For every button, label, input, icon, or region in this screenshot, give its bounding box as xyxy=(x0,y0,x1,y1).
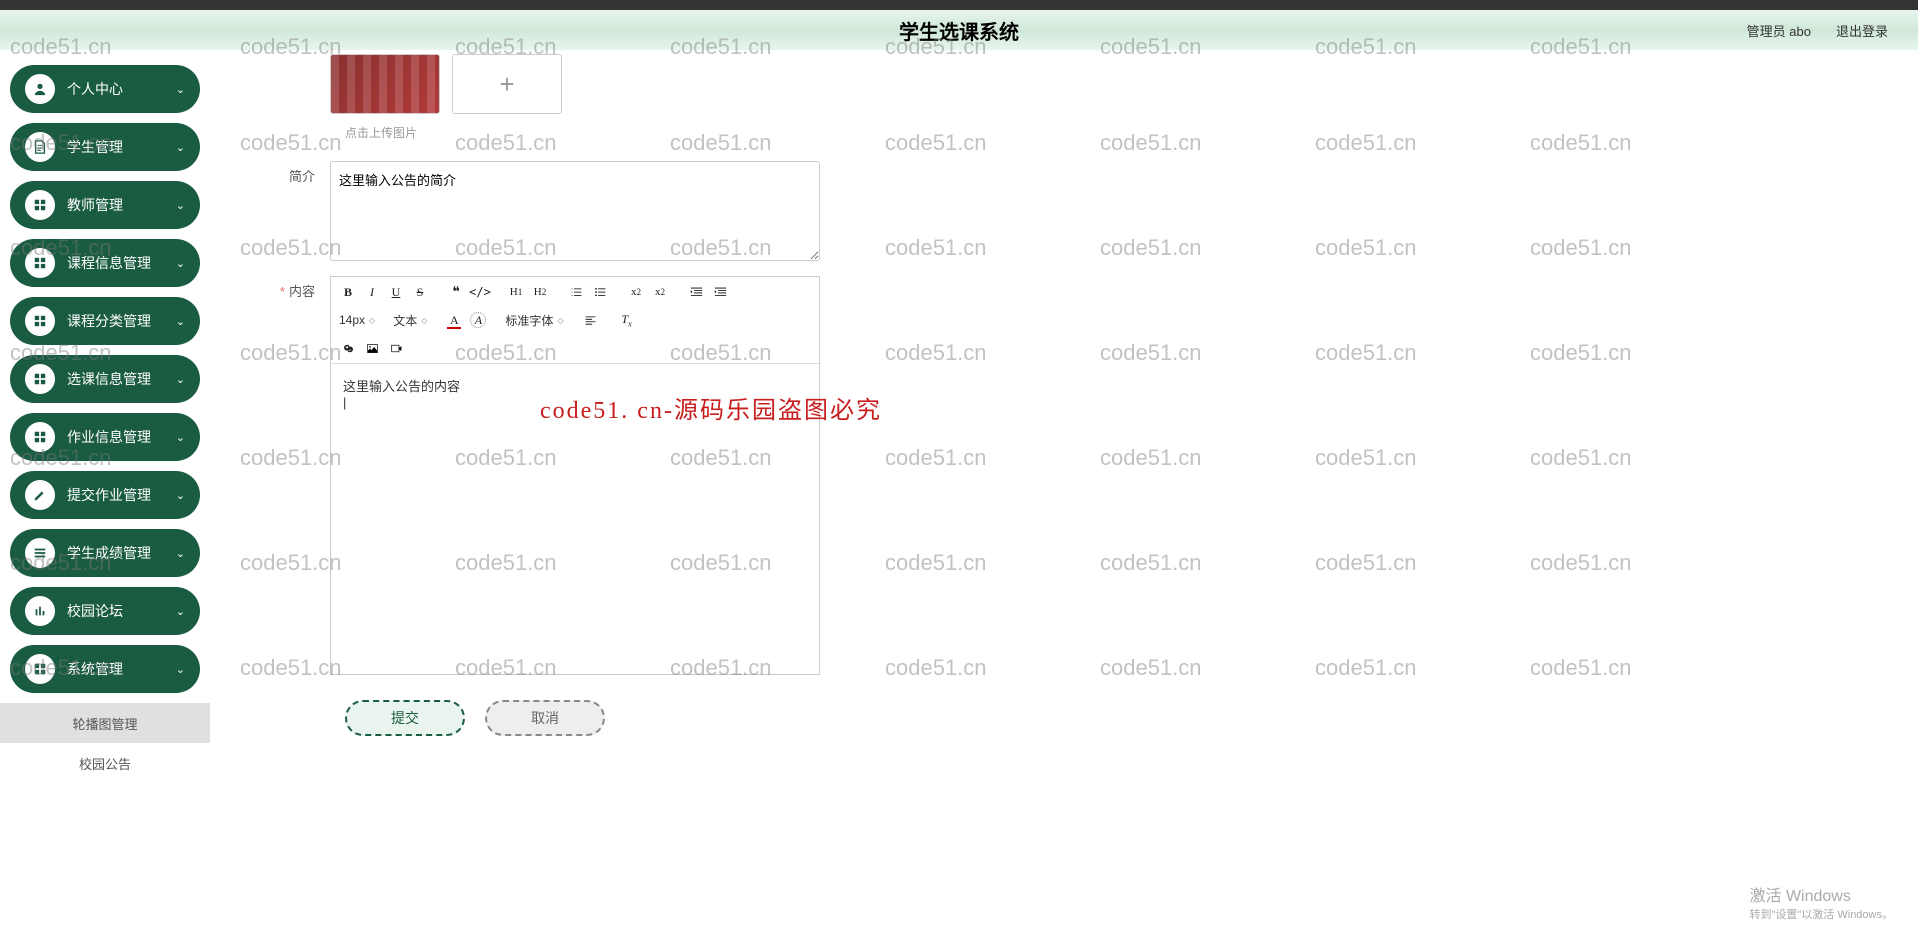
chevron-down-icon: ⌄ xyxy=(176,489,185,502)
indent-button[interactable] xyxy=(709,281,731,303)
subscript-button[interactable]: x2 xyxy=(625,281,647,303)
font-size-select[interactable]: 14px◇ xyxy=(337,309,377,331)
h2-button[interactable]: H2 xyxy=(529,281,551,303)
upload-add-button[interactable]: + xyxy=(452,54,562,114)
pencil-icon xyxy=(25,480,55,510)
sidebar-item[interactable]: 学生管理⌄ xyxy=(10,123,200,171)
sidebar: 个人中心⌄学生管理⌄教师管理⌄课程信息管理⌄课程分类管理⌄选课信息管理⌄作业信息… xyxy=(0,50,210,942)
video-button[interactable] xyxy=(385,337,407,359)
content-label: *内容 xyxy=(250,276,330,300)
grid-icon xyxy=(25,422,55,452)
image-button[interactable] xyxy=(361,337,383,359)
strike-button[interactable]: S xyxy=(409,281,431,303)
cancel-button[interactable]: 取消 xyxy=(485,700,605,736)
editor-caret: | xyxy=(343,395,807,410)
chevron-down-icon: ⌄ xyxy=(176,315,185,328)
sidebar-item[interactable]: 选课信息管理⌄ xyxy=(10,355,200,403)
upload-row: + xyxy=(250,54,1838,114)
font-type-select[interactable]: 文本◇ xyxy=(391,309,429,331)
sidebar-item-label: 课程分类管理 xyxy=(67,311,176,331)
italic-button[interactable]: I xyxy=(361,281,383,303)
code-button[interactable]: </> xyxy=(469,281,491,303)
chevron-down-icon: ⌄ xyxy=(176,257,185,270)
sidebar-item-label: 教师管理 xyxy=(67,195,176,215)
chevron-down-icon: ⌄ xyxy=(176,373,185,386)
chevron-down-icon: ⌄ xyxy=(176,605,185,618)
superscript-button[interactable]: x2 xyxy=(649,281,671,303)
sidebar-sub-item[interactable]: 轮播图管理 xyxy=(0,703,210,743)
font-family-select[interactable]: 标准字体◇ xyxy=(503,309,565,331)
sidebar-item-label: 作业信息管理 xyxy=(67,427,176,447)
chevron-down-icon: ⌄ xyxy=(176,663,185,676)
form-buttons: 提交 取消 xyxy=(345,700,1838,736)
sidebar-item-label: 提交作业管理 xyxy=(67,485,176,505)
plus-icon: + xyxy=(499,69,514,100)
header-right: 管理员 abo 退出登录 xyxy=(1747,21,1888,40)
sidebar-item[interactable]: 个人中心⌄ xyxy=(10,65,200,113)
sidebar-item-label: 系统管理 xyxy=(67,659,176,679)
align-button[interactable] xyxy=(580,309,602,331)
grid-icon xyxy=(25,364,55,394)
sidebar-item[interactable]: 课程分类管理⌄ xyxy=(10,297,200,345)
layout: 个人中心⌄学生管理⌄教师管理⌄课程信息管理⌄课程分类管理⌄选课信息管理⌄作业信息… xyxy=(0,50,1918,942)
sidebar-item[interactable]: 校园论坛⌄ xyxy=(10,587,200,635)
grid-icon xyxy=(25,248,55,278)
clear-format-button[interactable]: Tx xyxy=(616,309,638,331)
doc-icon xyxy=(25,132,55,162)
h1-button[interactable]: H1 xyxy=(505,281,527,303)
sidebar-item[interactable]: 提交作业管理⌄ xyxy=(10,471,200,519)
submit-button[interactable]: 提交 xyxy=(345,700,465,736)
editor-content-text: 这里输入公告的内容 xyxy=(343,376,807,395)
chevron-down-icon: ⌄ xyxy=(176,141,185,154)
sidebar-item[interactable]: 作业信息管理⌄ xyxy=(10,413,200,461)
sidebar-item-label: 课程信息管理 xyxy=(67,253,176,273)
required-mark: * xyxy=(280,284,285,299)
logout-link[interactable]: 退出登录 xyxy=(1836,21,1888,40)
rich-editor: B I U S ❝ </> H1 H2 x2 x2 xyxy=(330,276,820,675)
grid-icon xyxy=(25,190,55,220)
intro-row: 简介 xyxy=(250,161,1838,261)
upload-label xyxy=(250,54,330,59)
sidebar-item-label: 个人中心 xyxy=(67,79,176,99)
unordered-list-button[interactable] xyxy=(589,281,611,303)
sidebar-item[interactable]: 学生成绩管理⌄ xyxy=(10,529,200,577)
sidebar-item[interactable]: 系统管理⌄ xyxy=(10,645,200,693)
text-color-button[interactable]: A xyxy=(443,309,465,331)
chevron-down-icon: ⌄ xyxy=(176,83,185,96)
bars-icon xyxy=(25,596,55,626)
grid-icon xyxy=(25,306,55,336)
main-content: + 点击上传图片 简介 *内容 B I U S ❝ </> H1 xyxy=(210,50,1918,942)
content-row: *内容 B I U S ❝ </> H1 H2 x2 xyxy=(250,276,1838,675)
bg-color-button[interactable]: A xyxy=(467,309,489,331)
sidebar-item-label: 学生管理 xyxy=(67,137,176,157)
chevron-down-icon: ⌄ xyxy=(176,547,185,560)
grid-icon xyxy=(25,654,55,684)
user-icon xyxy=(25,74,55,104)
upload-slots: + xyxy=(330,54,562,114)
sidebar-item-label: 校园论坛 xyxy=(67,601,176,621)
quote-button[interactable]: ❝ xyxy=(445,281,467,303)
upload-hint: 点击上传图片 xyxy=(345,124,1838,141)
app-title: 学生选课系统 xyxy=(899,16,1019,45)
list-icon xyxy=(25,538,55,568)
outdent-button[interactable] xyxy=(685,281,707,303)
sidebar-item[interactable]: 教师管理⌄ xyxy=(10,181,200,229)
underline-button[interactable]: U xyxy=(385,281,407,303)
sidebar-item-label: 学生成绩管理 xyxy=(67,543,176,563)
sidebar-item-label: 选课信息管理 xyxy=(67,369,176,389)
sidebar-sub-item[interactable]: 校园公告 xyxy=(0,743,210,783)
link-button[interactable] xyxy=(337,337,359,359)
upload-preview[interactable] xyxy=(330,54,440,114)
page-header: 学生选课系统 管理员 abo 退出登录 xyxy=(0,0,1918,50)
user-role-label[interactable]: 管理员 abo xyxy=(1747,21,1811,40)
bold-button[interactable]: B xyxy=(337,281,359,303)
intro-label: 简介 xyxy=(250,161,330,185)
editor-body[interactable]: 这里输入公告的内容 | xyxy=(331,364,819,674)
ordered-list-button[interactable] xyxy=(565,281,587,303)
chevron-down-icon: ⌄ xyxy=(176,431,185,444)
chevron-down-icon: ⌄ xyxy=(176,199,185,212)
intro-textarea[interactable] xyxy=(330,161,820,261)
sidebar-item[interactable]: 课程信息管理⌄ xyxy=(10,239,200,287)
editor-toolbar: B I U S ❝ </> H1 H2 x2 x2 xyxy=(331,277,819,364)
